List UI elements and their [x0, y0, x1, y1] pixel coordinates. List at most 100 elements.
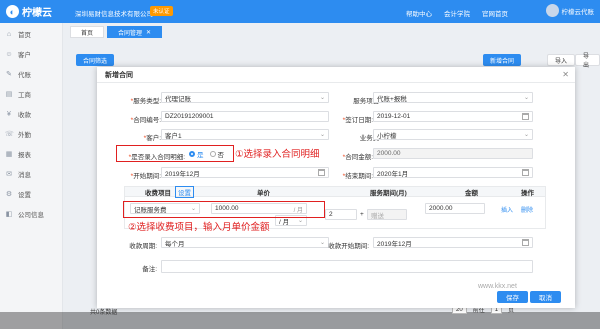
sidebar-item-label: 设置	[18, 192, 31, 199]
date-value: 2019-12-01	[377, 113, 411, 120]
sidebar-item-label: 公司信息	[18, 212, 44, 219]
close-icon[interactable]: ✕	[562, 70, 569, 79]
header-amount: 金额	[465, 189, 478, 197]
sidebar-item-reports[interactable]: ▦ 报表	[0, 144, 62, 164]
sidebar-item-company-info[interactable]: ◧ 公司信息	[0, 204, 62, 224]
pen-icon: ✎	[6, 71, 12, 78]
sidebar-item-payments[interactable]: ¥ 收款	[0, 104, 62, 124]
months-input[interactable]: 2	[325, 209, 357, 220]
sidebar-item-home[interactable]: ⌂ 首页	[0, 24, 62, 44]
calendar-icon	[522, 113, 529, 120]
nav-academy[interactable]: 会计学院	[444, 8, 470, 18]
total-count: 共0条数据	[90, 310, 118, 316]
sidebar-item-label: 首页	[18, 32, 31, 39]
service-item-select[interactable]: 代账+报税 ⌄	[373, 92, 533, 103]
sign-date-picker[interactable]: 2019-12-01	[373, 111, 533, 122]
phone-icon: ☏	[5, 131, 14, 138]
collect-start-label: 收款开始期间:	[328, 243, 369, 250]
delete-row-link[interactable]: 删除	[521, 205, 533, 214]
service-item-label: 服务项目:	[353, 98, 381, 105]
user-icon: ☺	[5, 50, 13, 58]
settings-button[interactable]: 设置	[175, 185, 194, 198]
annotation-step-2: ②选择收费项目，输入月单价金额	[128, 222, 270, 233]
top-nav: 帮助中心 会计学院 官网首页	[406, 8, 508, 18]
annotation-step-1: ①选择录入合同明细	[235, 149, 320, 160]
calendar-icon	[522, 169, 529, 176]
sidebar-item-settings[interactable]: ⚙ 设置	[0, 184, 62, 204]
chevron-down-icon: ⌄	[523, 95, 529, 101]
sidebar-item-label: 收款	[18, 112, 31, 119]
cancel-button[interactable]: 取消	[530, 291, 561, 303]
chevron-down-icon: ⌄	[523, 132, 529, 138]
highlight-fee-row	[123, 201, 325, 218]
sign-date-label: *签订日期:	[342, 117, 373, 124]
contract-no-input[interactable]: DZ20191209001	[161, 111, 329, 122]
remark-input[interactable]	[161, 260, 533, 273]
start-period-picker[interactable]: 2019年12月	[161, 167, 329, 178]
sidebar-item-bookkeeping[interactable]: ✎ 代账	[0, 64, 62, 84]
contract-filter-button[interactable]: 合同筛选	[76, 54, 115, 66]
import-button[interactable]: 导入	[547, 54, 576, 66]
service-type-select[interactable]: 代理记账 ⌄	[161, 92, 329, 103]
top-bar: ◐ 柠檬云 深圳易财信息技术有限公司 未认证 帮助中心 会计学院 官网首页 柠檬…	[0, 0, 600, 23]
home-icon: ⌂	[6, 30, 12, 38]
page-tabs: 首页 合同管理 ✕	[70, 26, 163, 38]
select-value: 每个月	[165, 240, 185, 248]
user-menu[interactable]: 柠檬云代账	[545, 4, 595, 17]
salesperson-select[interactable]: 小柠檬 ⌄	[373, 129, 533, 140]
watermark: www.kkx.net	[478, 283, 517, 290]
sidebar-item-label: 报表	[18, 152, 31, 159]
company-name[interactable]: 深圳易财信息技术有限公司	[75, 8, 153, 18]
sidebar-item-label: 消息	[18, 172, 31, 179]
sidebar-item-messages[interactable]: ✉ 消息	[0, 164, 62, 184]
calendar-icon	[522, 239, 529, 246]
header-fee-item: 收费项目	[145, 189, 171, 197]
tab-contract-management[interactable]: 合同管理 ✕	[107, 26, 163, 38]
row-amount-input[interactable]: 2000.00	[425, 203, 485, 214]
tab-home[interactable]: 首页	[70, 26, 105, 38]
sidebar-item-business[interactable]: ▤ 工商	[0, 84, 62, 104]
verify-badge[interactable]: 未认证	[150, 6, 173, 16]
contract-no-label: *合同编号:	[130, 117, 161, 124]
close-icon[interactable]: ✕	[146, 29, 151, 36]
header-service-months: 服务期间(月)	[370, 189, 407, 197]
remark-label: 备注:	[142, 266, 157, 273]
nav-official-site[interactable]: 官网首页	[482, 8, 508, 18]
sidebar-item-field[interactable]: ☏ 外勤	[0, 124, 62, 144]
insert-row-link[interactable]: 插入	[501, 205, 513, 214]
start-period-label: *开始期间:	[130, 173, 161, 180]
logo[interactable]: ◐ 柠檬云	[6, 4, 52, 19]
sidebar-item-label: 代账	[18, 72, 31, 79]
chevron-down-icon: ⌄	[297, 218, 303, 224]
service-type-label: *服务类型:	[130, 98, 161, 105]
mail-icon: ✉	[6, 171, 12, 178]
logo-text: 柠檬云	[22, 8, 52, 19]
sidebar-item-customers[interactable]: ☺ 客户	[0, 44, 62, 64]
sidebar-item-label: 客户	[18, 52, 31, 59]
plus-sign: +	[360, 211, 364, 218]
gift-months-input[interactable]: 赠送	[367, 209, 407, 220]
select-value: 客户1	[165, 132, 182, 140]
end-period-label: *结束期间:	[342, 173, 373, 180]
new-contract-button[interactable]: 新增合同	[483, 54, 522, 66]
amount-input[interactable]: 2000.00	[373, 148, 533, 159]
new-contract-dialog: 新增合同 ✕ *服务类型: 代理记账 ⌄ 服务项目: 代账+报税 ⌄ *合同编号: …	[97, 67, 575, 308]
user-name: 柠檬云代账	[561, 8, 595, 16]
building-icon: ▤	[5, 91, 13, 98]
lemon-logo-icon: ◐	[6, 5, 19, 18]
save-button[interactable]: 保存	[497, 291, 528, 303]
end-period-picker[interactable]: 2020年1月	[373, 167, 533, 178]
nav-help-center[interactable]: 帮助中心	[406, 8, 432, 18]
avatar	[545, 4, 559, 17]
select-value: 代账+报税	[377, 95, 407, 103]
customer-label: *客户:	[143, 135, 161, 142]
header-actions: 操作	[521, 189, 534, 197]
sidebar-item-label: 工商	[18, 92, 31, 99]
select-value: 小柠檬	[377, 132, 397, 140]
export-button[interactable]: 导出	[575, 54, 600, 69]
collect-start-picker[interactable]: 2019年12月	[373, 237, 533, 248]
tab-label: 首页	[81, 30, 94, 37]
customer-select[interactable]: 客户1 ⌄	[161, 129, 329, 140]
date-value: 2019年12月	[165, 170, 200, 178]
gear-icon: ⚙	[5, 191, 13, 198]
